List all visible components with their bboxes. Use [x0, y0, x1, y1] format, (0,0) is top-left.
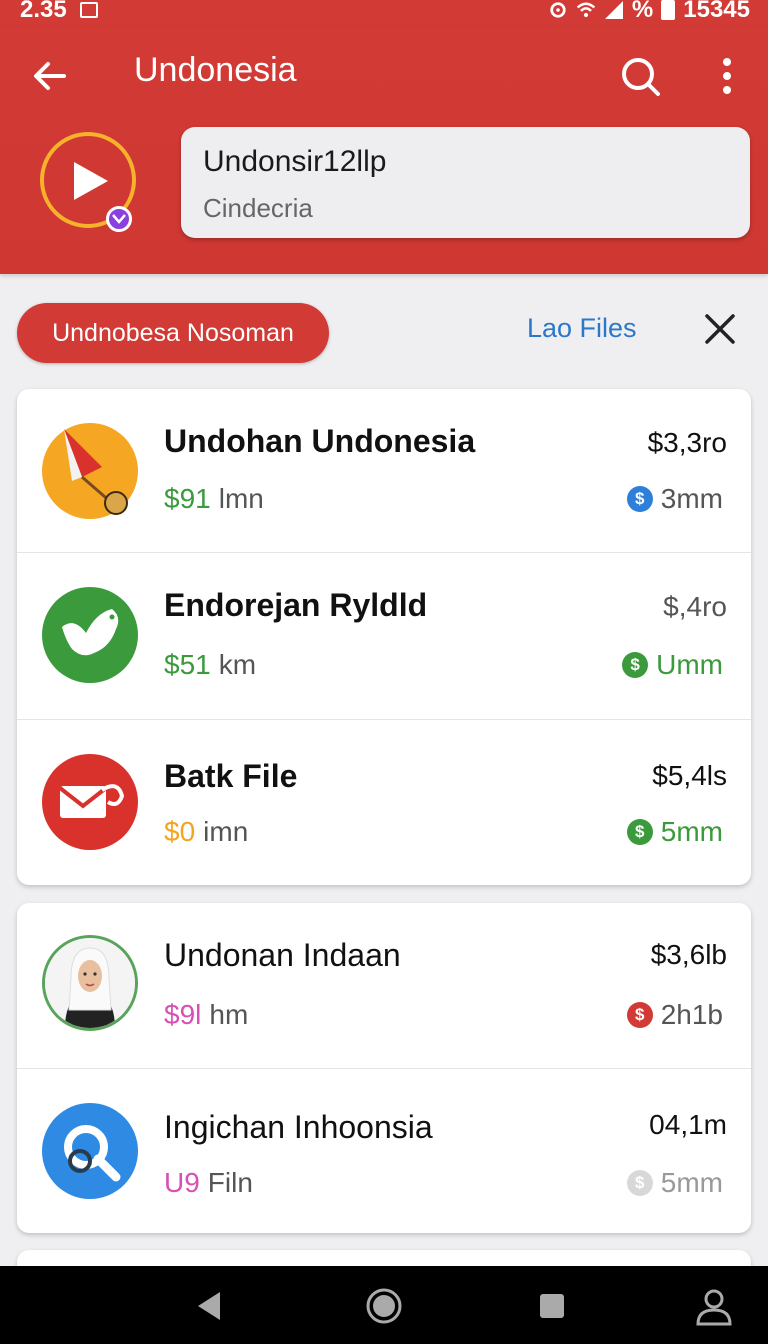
item-meta-text: 2h1b: [660, 999, 723, 1030]
back-arrow-icon[interactable]: [30, 56, 70, 96]
mail-icon: [42, 754, 138, 850]
list-item[interactable]: Undohan Undonesia $91 lmn $3,3ro $ 3mm: [17, 389, 751, 552]
item-sub-unit: lmn: [218, 483, 264, 514]
system-nav-bar: [0, 1266, 768, 1344]
bird-icon: [42, 587, 138, 683]
item-amount: $,4ro: [663, 591, 727, 622]
dollar-coin-icon: $: [626, 1170, 653, 1196]
item-subtitle: $51 km: [164, 649, 256, 681]
lao-files-link[interactable]: Lao Files: [527, 313, 637, 344]
item-name: Batk File: [164, 758, 298, 794]
app-header: Undonesia Undonsir12llp Cindecria: [0, 26, 768, 274]
item-amount: $3,3ro: [647, 427, 727, 458]
filter-chip[interactable]: Undnobesa Nosoman: [17, 303, 329, 363]
play-icon: [74, 162, 108, 200]
item-meta: $ 5mm: [626, 1167, 723, 1199]
more-vert-icon[interactable]: [712, 54, 742, 98]
item-meta-text: 5mm: [660, 1167, 723, 1198]
notification-icon: [80, 2, 98, 18]
account-name: Undonsir12llp: [203, 145, 387, 178]
item-subtitle: U9 Filn: [164, 1167, 253, 1199]
nav-profile-icon[interactable]: [694, 1286, 734, 1326]
dollar-coin-icon: $: [626, 486, 653, 512]
list-card: Undohan Undonesia $91 lmn $3,3ro $ 3mm En…: [17, 389, 751, 885]
item-sub-value: U9: [164, 1167, 200, 1198]
battery-percent: %: [631, 0, 654, 23]
item-sub-value: $0: [164, 816, 196, 847]
battery-icon: [661, 0, 676, 20]
item-name: Endorejan Ryldld: [164, 587, 428, 623]
item-amount: $5,4ls: [652, 760, 727, 791]
dollar-coin-icon: $: [626, 1002, 653, 1028]
nav-back-icon[interactable]: [190, 1286, 230, 1326]
search-icon[interactable]: [618, 54, 662, 98]
status-bar: 2.35 % 15345: [0, 0, 768, 26]
signal-icon: [604, 1, 623, 19]
list-item[interactable]: Endorejan Ryldld $51 km $,4ro $ Umm: [17, 552, 751, 719]
item-name: Undohan Undonesia: [164, 423, 476, 459]
item-sub-unit: imn: [203, 816, 249, 847]
item-subtitle: $9l hm: [164, 999, 248, 1031]
item-sub-value: $91: [164, 483, 211, 514]
verified-badge-icon: [106, 206, 132, 232]
item-meta-text: Umm: [656, 649, 723, 680]
item-subtitle: $0 imn: [164, 816, 248, 848]
account-subtitle: Cindecria: [203, 193, 313, 223]
item-sub-value: $9l: [164, 999, 202, 1030]
item-meta-text: 3mm: [660, 483, 723, 514]
page-title: Undonesia: [134, 51, 297, 89]
item-sub-unit: hm: [209, 999, 249, 1030]
dollar-coin-icon: $: [622, 652, 649, 678]
item-meta: $ 2h1b: [626, 999, 723, 1031]
list-item[interactable]: Undonan Indaan $9l hm $3,6lb $ 2h1b: [17, 903, 751, 1068]
close-icon[interactable]: [703, 312, 737, 346]
status-right-group: % 15345: [548, 0, 750, 22]
wifi-icon: [576, 2, 596, 18]
item-sub-value: $51: [164, 649, 211, 680]
alarm-icon: [550, 2, 566, 18]
list-item[interactable]: Ingichan Inhoonsia U9 Filn 04,1m $ 5mm: [17, 1068, 751, 1233]
nav-home-icon[interactable]: [364, 1286, 404, 1326]
list-card: Undonan Indaan $9l hm $3,6lb $ 2h1b Ingic…: [17, 903, 751, 1233]
profile-photo: [42, 935, 138, 1031]
item-meta: $ 5mm: [626, 816, 723, 848]
status-right-text: 15345: [683, 0, 750, 23]
item-meta-text: 5mm: [660, 816, 723, 847]
nav-recents-icon[interactable]: [532, 1286, 572, 1326]
account-card[interactable]: Undonsir12llp Cindecria: [181, 127, 750, 238]
list-item[interactable]: Batk File $0 imn $5,4ls $ 5mm: [17, 719, 751, 885]
item-meta: $ Umm: [622, 649, 723, 681]
dollar-coin-icon: $: [626, 819, 653, 845]
item-amount: 04,1m: [649, 1109, 727, 1140]
item-sub-unit: Filn: [207, 1167, 253, 1198]
item-name: Undonan Indaan: [164, 937, 401, 973]
item-amount: $3,6lb: [650, 939, 727, 970]
item-name: Ingichan Inhoonsia: [164, 1109, 433, 1145]
item-subtitle: $91 lmn: [164, 483, 264, 515]
map-marker-flag-icon: [42, 423, 138, 519]
item-meta: $ 3mm: [626, 483, 723, 515]
status-time: 2.35: [20, 0, 67, 23]
item-sub-unit: km: [218, 649, 257, 680]
key-search-icon: [42, 1103, 138, 1199]
